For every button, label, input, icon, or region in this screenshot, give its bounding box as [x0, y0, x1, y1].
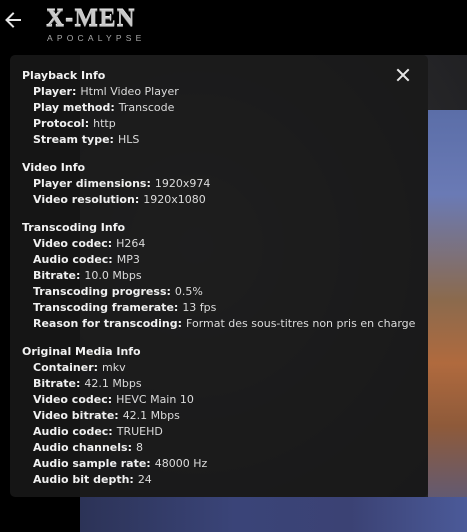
- info-section: Video Info Player dimensions: 1920x974 Vide…: [22, 160, 416, 208]
- info-row: Video bitrate: 42.1 Mbps: [22, 408, 416, 424]
- close-icon: [395, 68, 411, 87]
- logo-subtitle: APOCALYPSE: [47, 33, 146, 43]
- info-value: H264: [116, 237, 146, 250]
- info-value: 24: [137, 473, 152, 486]
- back-button[interactable]: [3, 12, 23, 32]
- info-value: mkv: [102, 361, 126, 374]
- info-section: Original Media Info Container: mkv Bitrate:…: [22, 344, 416, 488]
- info-value: 42.1 Mbps: [122, 409, 180, 422]
- close-button[interactable]: [395, 67, 411, 83]
- info-label: Video bitrate:: [33, 409, 119, 422]
- info-label: Audio sample rate:: [33, 457, 151, 470]
- logo-title: X-MEN: [46, 5, 136, 32]
- arrow-left-icon: [4, 11, 22, 33]
- info-value: HEVC Main 10: [116, 393, 194, 406]
- info-label: Audio channels:: [33, 441, 132, 454]
- info-row: Player: Html Video Player: [22, 84, 416, 100]
- info-value: 13 fps: [182, 301, 217, 314]
- info-value: 48000 Hz: [154, 457, 208, 470]
- info-value: http: [93, 117, 116, 130]
- section-title: Transcoding Info: [22, 221, 126, 234]
- info-value: TRUEHD: [116, 425, 163, 438]
- info-sections: Playback Info Player: Html Video Player Pla…: [22, 68, 416, 488]
- info-label: Video resolution:: [33, 193, 140, 206]
- info-label: Protocol:: [33, 117, 90, 130]
- info-label: Container:: [33, 361, 99, 374]
- section-title: Original Media Info: [22, 345, 141, 358]
- info-value: 1920x974: [154, 177, 211, 190]
- info-value: Format des sous-titres non pris en charg…: [186, 317, 416, 330]
- info-row: Player dimensions: 1920x974: [22, 176, 416, 192]
- info-label: Stream type:: [33, 133, 114, 146]
- info-row: Bitrate: 42.1 Mbps: [22, 376, 416, 392]
- info-row: Bitrate: 10.0 Mbps: [22, 268, 416, 284]
- info-row: Audio codec: MP3: [22, 252, 416, 268]
- info-label: Reason for transcoding:: [33, 317, 183, 330]
- info-row: Video resolution: 1920x1080: [22, 192, 416, 208]
- info-label: Bitrate:: [33, 377, 81, 390]
- info-label: Bitrate:: [33, 269, 81, 282]
- info-label: Audio codec:: [33, 253, 113, 266]
- info-row: Reason for transcoding: Format des sous-t…: [22, 316, 416, 332]
- info-label: Video codec:: [33, 393, 113, 406]
- info-value: 10.0 Mbps: [84, 269, 142, 282]
- info-row: Play method: Transcode: [22, 100, 416, 116]
- title-logo: X-MEN APOCALYPSE: [46, 5, 172, 44]
- info-row: Video codec: HEVC Main 10: [22, 392, 416, 408]
- info-label: Transcoding progress:: [33, 285, 171, 298]
- info-row: Transcoding progress: 0.5%: [22, 284, 416, 300]
- info-label: Play method:: [33, 101, 115, 114]
- info-row: Transcoding framerate: 13 fps: [22, 300, 416, 316]
- info-value: 8: [136, 441, 143, 454]
- info-label: Player:: [33, 85, 77, 98]
- playback-info-panel: Playback Info Player: Html Video Player Pla…: [10, 55, 428, 497]
- info-row: Audio channels: 8: [22, 440, 416, 456]
- video-frame-right: [428, 110, 467, 532]
- info-value: 42.1 Mbps: [84, 377, 142, 390]
- info-value: HLS: [117, 133, 140, 146]
- info-value: Html Video Player: [80, 85, 179, 98]
- info-row: Audio sample rate: 48000 Hz: [22, 456, 416, 472]
- info-label: Transcoding framerate:: [33, 301, 179, 314]
- info-label: Audio codec:: [33, 425, 113, 438]
- video-frame-bottom: [80, 497, 467, 532]
- info-section: Transcoding Info Video codec: H264 Audio co…: [22, 220, 416, 332]
- info-value: MP3: [116, 253, 140, 266]
- info-value: Transcode: [118, 101, 175, 114]
- info-row: Protocol: http: [22, 116, 416, 132]
- info-row: Container: mkv: [22, 360, 416, 376]
- info-label: Player dimensions:: [33, 177, 151, 190]
- section-title: Video Info: [22, 161, 86, 174]
- info-label: Audio bit depth:: [33, 473, 134, 486]
- info-value: 1920x1080: [143, 193, 206, 206]
- info-row: Stream type: HLS: [22, 132, 416, 148]
- info-value: 0.5%: [174, 285, 203, 298]
- section-title: Playback Info: [22, 69, 106, 82]
- info-row: Video codec: H264: [22, 236, 416, 252]
- info-label: Video codec:: [33, 237, 113, 250]
- info-section: Playback Info Player: Html Video Player Pla…: [22, 68, 416, 148]
- info-row: Audio bit depth: 24: [22, 472, 416, 488]
- info-row: Audio codec: TRUEHD: [22, 424, 416, 440]
